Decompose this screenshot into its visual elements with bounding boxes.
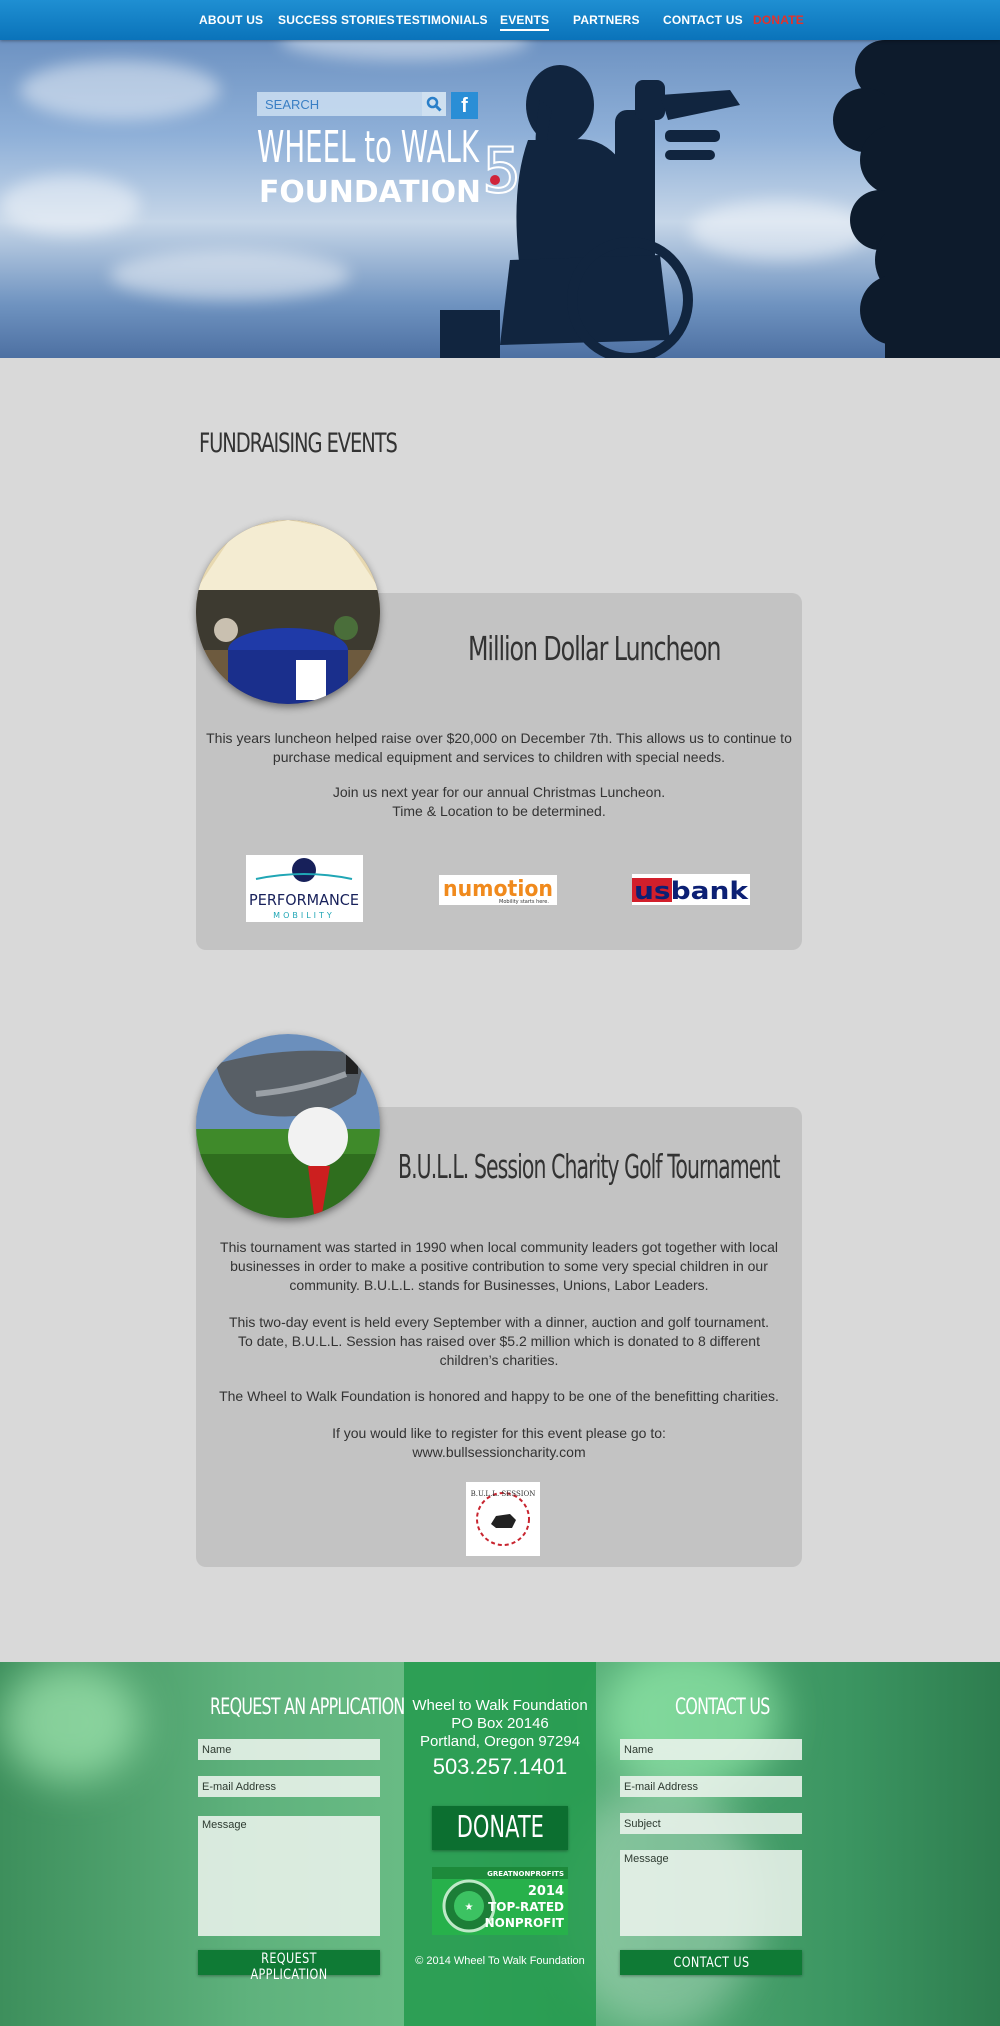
search-button[interactable] xyxy=(422,92,446,116)
svg-text:B.U.L.L. SESSION: B.U.L.L. SESSION xyxy=(471,1490,536,1498)
page-title: FUNDRAISING EVENTS xyxy=(199,428,398,459)
svg-text:TOP-RATED: TOP-RATED xyxy=(488,1900,564,1914)
search-input[interactable] xyxy=(257,92,422,116)
contact-us-heading: CONTACT US xyxy=(675,1695,770,1720)
sponsor-logo-performance-mobility[interactable]: PERFORMANCE MOBILITY xyxy=(246,855,363,922)
sponsor-logo-numotion[interactable]: numotion Mobility starts here. xyxy=(439,875,557,905)
heart-icon xyxy=(490,175,500,185)
event-title: B.U.L.L. Session Charity Golf Tournament xyxy=(398,1147,780,1186)
nav-testimonials[interactable]: TESTIMONIALS xyxy=(396,13,488,27)
request-email-field[interactable] xyxy=(198,1776,380,1797)
event-description: This years luncheon helped raise over $2… xyxy=(206,730,792,765)
search-icon xyxy=(426,96,442,112)
svg-text:★: ★ xyxy=(465,1902,474,1913)
nav-contact-us[interactable]: CONTACT US xyxy=(663,13,743,27)
hero-banner: f WHEEL to WALK FOUNDATION 5 xyxy=(0,0,1000,358)
facebook-icon[interactable]: f xyxy=(451,92,478,119)
org-name: Wheel to Walk Foundation xyxy=(412,1697,588,1714)
nav-success-stories[interactable]: SUCCESS STORIES xyxy=(278,13,395,27)
nav-events[interactable]: EVENTS xyxy=(500,13,550,31)
org-po-box: PO Box 20146 xyxy=(451,1715,549,1732)
nav-about-us[interactable]: ABOUT US xyxy=(199,13,263,27)
event-description: This two-day event is held every Septemb… xyxy=(228,1314,770,1368)
nav-donate[interactable]: DONATE xyxy=(753,13,804,27)
contact-subject-field[interactable] xyxy=(620,1813,802,1834)
request-application-heading: REQUEST AN APPLICATION xyxy=(210,1695,405,1720)
svg-text:PERFORMANCE: PERFORMANCE xyxy=(249,891,359,909)
logo-mark: 5 xyxy=(482,134,521,207)
svg-text:NONPROFIT: NONPROFIT xyxy=(485,1916,565,1930)
logo-line1: WHEEL to WALK xyxy=(257,122,480,173)
contact-name-field[interactable] xyxy=(620,1739,802,1760)
cloud xyxy=(110,250,350,300)
org-phone[interactable]: 503.257.1401 xyxy=(404,1754,596,1780)
svg-text:Mobility starts here.: Mobility starts here. xyxy=(499,899,549,905)
event-description: This tournament was started in 1990 when… xyxy=(220,1239,778,1293)
footer-glow xyxy=(600,1662,780,1792)
logo-line2: FOUNDATION xyxy=(259,175,481,210)
request-application-button[interactable]: REQUEST APPLICATION xyxy=(198,1950,380,1983)
nav-partners[interactable]: PARTNERS xyxy=(573,13,640,27)
top-rated-nonprofit-badge[interactable]: GREATNONPROFITS ★ 2014 TOP-RATED NONPROF… xyxy=(432,1867,568,1935)
request-message-field[interactable] xyxy=(198,1816,380,1936)
cloud xyxy=(0,175,140,235)
sponsor-logo-usbank[interactable]: usbank xyxy=(632,874,750,905)
event-registration-link[interactable]: www.bullsessioncharity.com xyxy=(196,1443,802,1462)
contact-email-field[interactable] xyxy=(620,1776,802,1797)
event-title: Million Dollar Luncheon xyxy=(468,629,721,668)
luncheon-photo xyxy=(196,520,380,704)
donate-button[interactable]: DONATE xyxy=(432,1806,568,1850)
sponsor-logo-bull-session[interactable]: B.U.L.L. SESSION xyxy=(466,1482,540,1556)
event-register-info: If you would like to register for this e… xyxy=(196,1424,802,1462)
event-description: Join us next year for our annual Christm… xyxy=(332,784,666,819)
copyright-text: © 2014 Wheel To Walk Foundation xyxy=(415,1955,585,1967)
wheel-to-walk-logo[interactable]: WHEEL to WALK FOUNDATION 5 xyxy=(257,120,522,210)
tree-silhouette-image xyxy=(833,30,1000,358)
top-nav-bar: ABOUT US SUCCESS STORIES TESTIMONIALS EV… xyxy=(0,0,1000,40)
svg-text:2014: 2014 xyxy=(528,1884,564,1899)
event-description: The Wheel to Walk Foundation is honored … xyxy=(219,1388,779,1404)
request-name-field[interactable] xyxy=(198,1739,380,1760)
svg-text:MOBILITY: MOBILITY xyxy=(273,911,335,920)
org-city: Portland, Oregon 97294 xyxy=(419,1733,581,1750)
svg-text:GREATNONPROFITS: GREATNONPROFITS xyxy=(487,1870,564,1878)
contact-message-field[interactable] xyxy=(620,1850,802,1936)
footer-glow xyxy=(0,1662,140,1782)
cloud xyxy=(20,60,220,120)
contact-us-button[interactable]: CONTACT US xyxy=(620,1950,802,1975)
golf-photo xyxy=(196,1034,380,1218)
svg-text:usbank: usbank xyxy=(634,877,749,905)
